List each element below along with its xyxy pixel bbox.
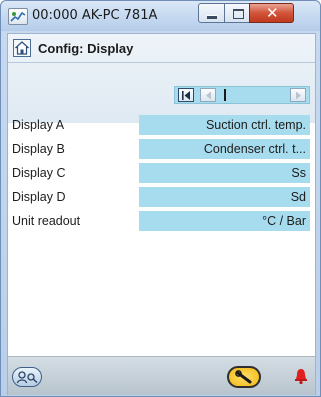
parameter-row-display-c[interactable]: Display C Ss [8, 163, 315, 183]
service-tool-button[interactable] [227, 366, 261, 388]
parameter-row-display-d[interactable]: Display D Sd [8, 187, 315, 207]
previous-page-icon [206, 91, 211, 100]
app-icon[interactable] [8, 8, 28, 25]
home-icon[interactable] [13, 39, 31, 57]
parameter-row-display-b[interactable]: Display B Condenser ctrl. t... [8, 139, 315, 159]
close-button[interactable]: ✕ [249, 3, 294, 23]
parameter-label: Display D [12, 190, 66, 204]
page-position-marker [224, 89, 226, 101]
parameter-value[interactable]: Ss [139, 163, 310, 183]
close-icon: ✕ [266, 4, 279, 22]
parameter-label: Display B [12, 142, 65, 156]
maximize-button[interactable] [224, 3, 250, 23]
parameter-label: Display C [12, 166, 66, 180]
page-header: Config: Display [8, 34, 315, 123]
first-page-button[interactable] [178, 88, 194, 102]
window-title: 00:000 AK-PC 781A [32, 8, 158, 23]
next-page-icon [296, 91, 301, 100]
title-bar[interactable]: 00:000 AK-PC 781A ✕ [1, 1, 320, 31]
footer-toolbar [8, 356, 315, 395]
app-window: 00:000 AK-PC 781A ✕ Config: Display Disp… [0, 0, 321, 397]
parameter-row-display-a[interactable]: Display A Suction ctrl. temp. [8, 115, 315, 135]
login-button[interactable] [12, 367, 42, 387]
client-area: Config: Display Display A Suction ctrl. … [7, 33, 316, 395]
minimize-icon [207, 15, 217, 19]
login-icon [16, 371, 38, 384]
parameter-value[interactable]: Sd [139, 187, 310, 207]
minimize-button[interactable] [198, 3, 225, 23]
parameter-row-unit-readout[interactable]: Unit readout °C / Bar [8, 211, 315, 231]
first-page-icon [182, 91, 190, 100]
page-title: Config: Display [38, 41, 134, 56]
header-divider [8, 62, 315, 63]
parameter-value[interactable]: Condenser ctrl. t... [139, 139, 310, 159]
parameter-label: Unit readout [12, 214, 81, 228]
page-navigator [174, 86, 310, 104]
parameter-label: Display A [12, 118, 65, 132]
service-tool-icon [235, 370, 252, 384]
alarm-bell-icon[interactable] [293, 367, 309, 385]
previous-page-button[interactable] [200, 88, 216, 102]
parameter-value[interactable]: °C / Bar [139, 211, 310, 231]
maximize-icon [233, 9, 244, 19]
next-page-button[interactable] [290, 88, 306, 102]
parameter-value[interactable]: Suction ctrl. temp. [139, 115, 310, 135]
